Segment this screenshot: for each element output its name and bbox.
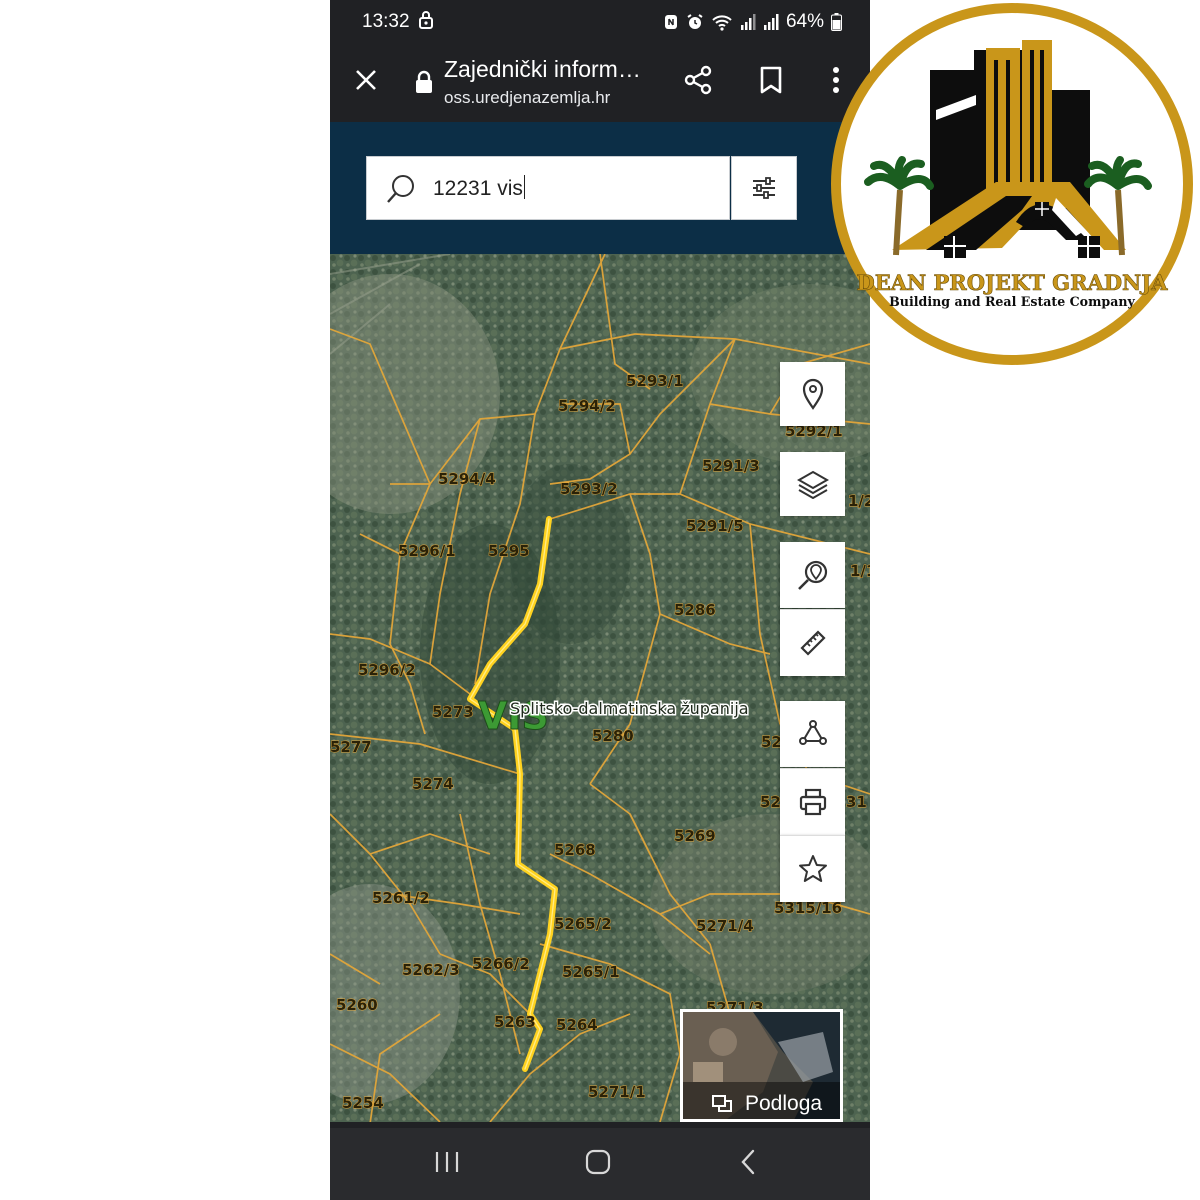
parcel-label[interactable]: 5291/5: [686, 517, 745, 536]
parcel-label[interactable]: 5280: [592, 727, 635, 746]
parcel-label[interactable]: 5294/4: [438, 470, 497, 489]
parcel-label[interactable]: 5261/2: [372, 889, 431, 908]
parcel-label[interactable]: 5274: [412, 775, 455, 794]
search-location-icon: [797, 560, 827, 590]
status-time: 13:32: [362, 11, 410, 32]
parcel-label[interactable]: 5260: [336, 996, 379, 1015]
signal-icon: [763, 14, 779, 30]
parcel-label[interactable]: 5294/2: [558, 397, 617, 416]
parcel-label[interactable]: 52: [760, 793, 782, 812]
parcel-label[interactable]: 5296/1: [398, 542, 457, 561]
logo-company-name: DEAN PROJEKT GRADNJA: [856, 270, 1168, 295]
logo-tagline: Building and Real Estate Company: [889, 294, 1135, 309]
site-header: 12231 vis: [330, 122, 870, 254]
parcel-label[interactable]: 5268: [554, 841, 597, 860]
browser-toolbar: Zajednički inform… oss.uredjenazemlja.hr: [330, 44, 870, 122]
parcel-label[interactable]: 5296/2: [358, 661, 417, 680]
layers-button[interactable]: [780, 452, 845, 516]
page-url[interactable]: oss.uredjenazemlja.hr: [444, 88, 610, 108]
parcel-label[interactable]: 1/2: [848, 492, 870, 511]
status-bar: 13:32 64%: [330, 0, 870, 44]
recent-apps-icon[interactable]: [434, 1148, 460, 1181]
parcel-label[interactable]: 5293/2: [560, 480, 619, 499]
parcel-label[interactable]: 5277: [330, 738, 372, 757]
parcel-label[interactable]: 5271/4: [696, 917, 755, 936]
parcel-label[interactable]: 1/1: [850, 562, 870, 581]
search-input[interactable]: 12231 vis: [366, 156, 730, 220]
parcel-label[interactable]: 5295: [488, 542, 531, 561]
parcel-label[interactable]: 5293/1: [626, 372, 685, 391]
parcel-label[interactable]: 5264: [556, 1016, 599, 1035]
parcel-label[interactable]: 5265/1: [562, 963, 621, 982]
location-pin-icon: [802, 378, 823, 410]
ruler-icon: [799, 630, 826, 656]
android-nav-bar: [330, 1128, 870, 1200]
print-button[interactable]: [780, 768, 845, 835]
page-title: Zajednički inform…: [444, 56, 641, 82]
print-icon: [799, 788, 826, 816]
filter-button[interactable]: [731, 156, 797, 220]
parcel-label[interactable]: 31: [846, 793, 868, 812]
parcel-label[interactable]: 5273: [432, 703, 475, 722]
wifi-icon: [712, 15, 732, 31]
basemap-switcher[interactable]: Podloga: [680, 1009, 843, 1122]
text-cursor: [523, 175, 525, 199]
bookmark-icon[interactable]: [753, 62, 789, 98]
cadastral-map[interactable]: VIS 5293/1 5294/2 5292/1 5291/3 5294/4 5293/2…: [330, 254, 870, 1122]
polygon-measure-icon: [798, 720, 827, 745]
star-icon: [798, 855, 827, 882]
home-icon[interactable]: [585, 1148, 611, 1181]
parcel-label[interactable]: 5262/3: [402, 961, 461, 980]
parcel-label[interactable]: 5286: [674, 601, 717, 620]
parcel-label[interactable]: 5254: [342, 1094, 385, 1113]
status-icons: 64%: [663, 11, 842, 33]
close-icon[interactable]: [348, 62, 384, 98]
parcel-label[interactable]: 5271/1: [588, 1083, 647, 1102]
favorite-button[interactable]: [780, 835, 845, 902]
parcel-label[interactable]: 5263: [494, 1013, 537, 1032]
search-location-button[interactable]: [780, 542, 845, 608]
basemap-label: Podloga: [745, 1092, 823, 1115]
parcel-label[interactable]: 5291/3: [702, 457, 761, 476]
secure-lock-icon: [406, 64, 442, 100]
ruler-button[interactable]: [780, 609, 845, 676]
phone-screen: 13:32 64% Zajednički inform… oss.uredjen…: [330, 0, 870, 1200]
company-logo: DEAN PROJEKT GRADNJA Building and Real E…: [826, 0, 1198, 372]
signal-icon: [740, 14, 756, 30]
region-label: Splitsko-dalmatinska županija: [510, 699, 749, 718]
nfc-icon: [664, 15, 677, 29]
polygon-measure-button[interactable]: [780, 701, 845, 767]
filter-sliders-icon: [753, 177, 775, 199]
search-icon: [387, 175, 414, 203]
parcel-label[interactable]: 5266/2: [472, 955, 531, 974]
battery-percent: 64%: [785, 11, 824, 32]
alarm-icon: [687, 14, 703, 29]
parcel-label[interactable]: 5265/2: [554, 915, 613, 934]
parcel-label[interactable]: 52: [761, 733, 783, 752]
lock-icon: [418, 10, 434, 36]
back-icon[interactable]: [738, 1148, 758, 1181]
share-icon[interactable]: [680, 62, 716, 98]
parcel-label[interactable]: 5269: [674, 827, 717, 846]
layers-icon: [796, 470, 829, 499]
basemap-icon: [712, 1095, 732, 1112]
search-value: 12231 vis: [433, 175, 525, 200]
